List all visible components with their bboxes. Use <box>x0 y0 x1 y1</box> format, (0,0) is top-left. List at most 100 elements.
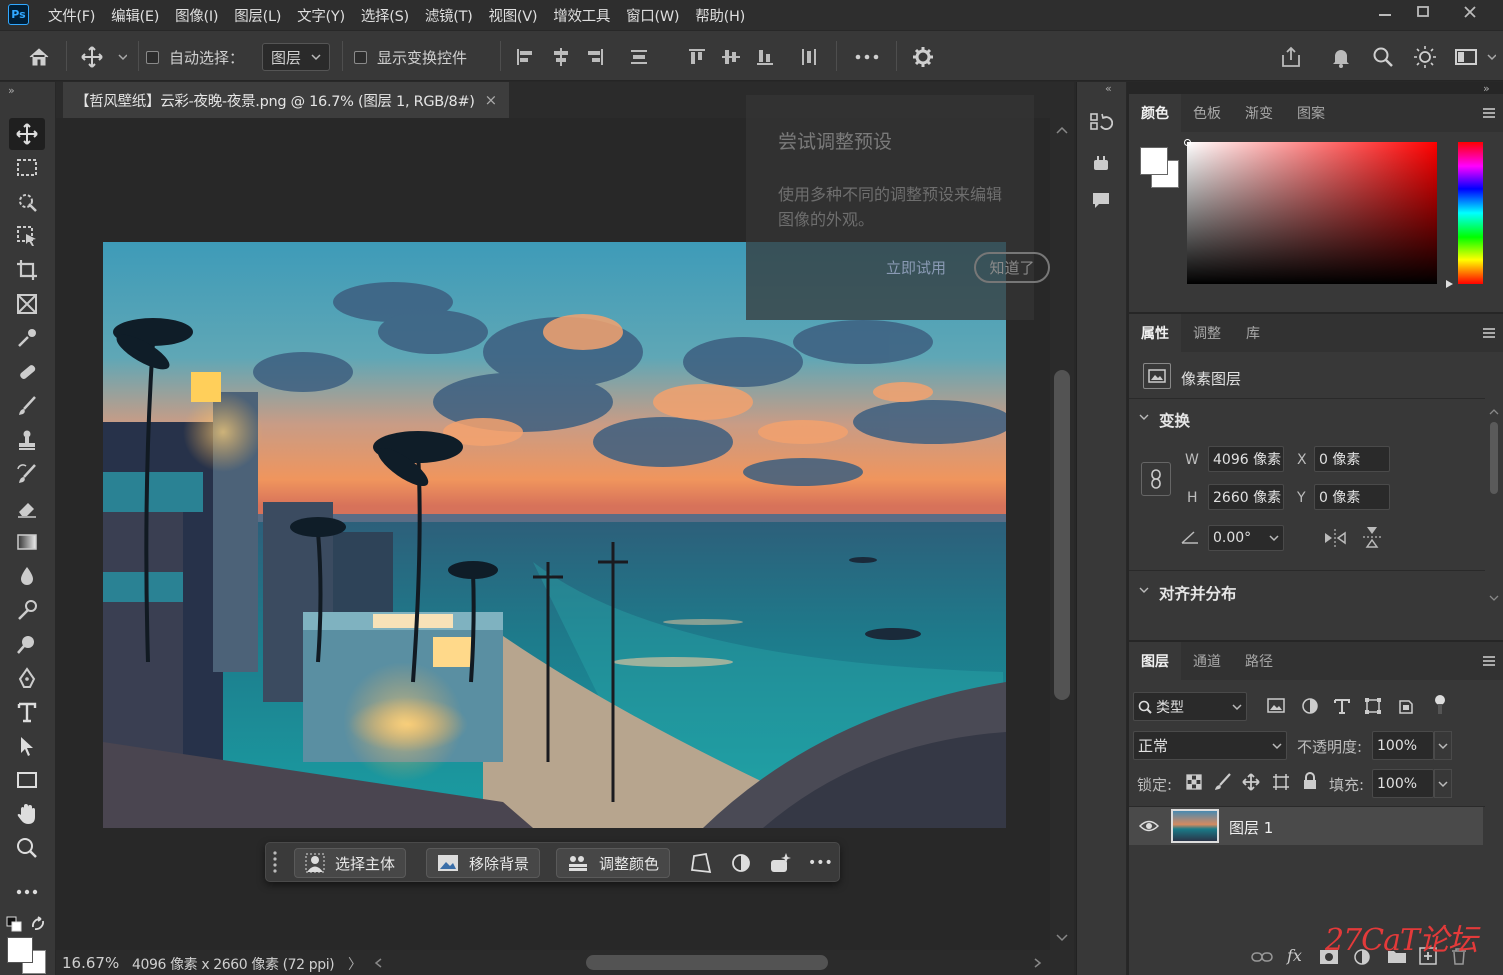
path-selection-tool[interactable] <box>9 730 45 762</box>
auto-select-checkbox[interactable] <box>146 50 159 64</box>
eyedropper-tool[interactable] <box>9 322 45 354</box>
layer-filter-dropdown[interactable]: 类型 <box>1133 692 1247 721</box>
filter-type-icon[interactable] <box>1334 698 1350 714</box>
brush-tool[interactable] <box>9 390 45 422</box>
share-button[interactable] <box>1276 42 1306 72</box>
history-panel-icon[interactable] <box>1089 112 1113 136</box>
layer-style-icon[interactable]: fx <box>1287 946 1302 965</box>
tab-swatches[interactable]: 色板 <box>1183 94 1231 132</box>
link-layers-icon[interactable] <box>1251 950 1273 964</box>
auto-select-target-dropdown[interactable]: 图层 <box>262 43 330 71</box>
discover-button[interactable] <box>1410 42 1440 72</box>
lasso-tool[interactable] <box>9 186 45 218</box>
menu-select[interactable]: 选择(S) <box>353 5 417 26</box>
scroll-down-icon[interactable] <box>1056 934 1068 942</box>
history-brush-tool[interactable] <box>9 458 45 490</box>
menu-filter[interactable]: 滤镜(T) <box>417 5 481 26</box>
edit-toolbar-button[interactable] <box>9 876 45 908</box>
layer-row[interactable]: 图层 1 <box>1129 807 1483 845</box>
flip-horizontal-icon[interactable] <box>1324 528 1346 548</box>
distribute-vertical-button[interactable] <box>626 44 652 70</box>
filter-toggle-icon[interactable] <box>1433 694 1447 716</box>
tab-layers[interactable]: 图层 <box>1129 642 1181 680</box>
vertical-scroll-thumb[interactable] <box>1054 370 1070 700</box>
try-now-button[interactable]: 立即试用 <box>886 257 946 278</box>
layers-panel-menu-icon[interactable] <box>1483 656 1495 666</box>
hand-tool[interactable] <box>9 798 45 830</box>
comments-panel-icon[interactable] <box>1091 190 1111 210</box>
foreground-color-chip[interactable] <box>1140 147 1168 175</box>
horizontal-scroll-thumb[interactable] <box>586 955 828 970</box>
rectangle-tool[interactable] <box>9 764 45 796</box>
tab-properties[interactable]: 属性 <box>1129 314 1181 352</box>
align-distribute-section-title[interactable]: 对齐并分布 <box>1159 582 1237 604</box>
blur-tool[interactable] <box>9 560 45 592</box>
adjust-color-button[interactable]: 调整颜色 <box>556 848 671 878</box>
gradient-tool[interactable] <box>9 526 45 558</box>
distribute-horizontal-button[interactable] <box>796 44 822 70</box>
type-tool[interactable] <box>9 696 45 728</box>
eraser-tool[interactable] <box>9 492 45 524</box>
width-field[interactable]: 4096 像素 <box>1208 446 1284 472</box>
opacity-slider-toggle[interactable] <box>1434 731 1452 760</box>
close-window-button[interactable] <box>1447 0 1493 24</box>
frame-tool[interactable] <box>9 288 45 320</box>
healing-brush-tool[interactable] <box>9 356 45 388</box>
tab-adjustments[interactable]: 调整 <box>1183 314 1231 352</box>
close-document-icon[interactable]: × <box>485 91 498 109</box>
notifications-button[interactable] <box>1326 42 1356 72</box>
align-right-edges-button[interactable] <box>582 44 608 70</box>
menu-file[interactable]: 文件(F) <box>40 5 103 26</box>
angle-field[interactable]: 0.00° <box>1208 525 1284 551</box>
collapse-dock-icon[interactable]: « <box>1105 82 1112 95</box>
tab-gradients[interactable]: 渐变 <box>1235 94 1283 132</box>
lock-pixels-icon[interactable] <box>1214 773 1232 791</box>
canvas-image[interactable] <box>103 242 1006 828</box>
tab-channels[interactable]: 通道 <box>1183 642 1231 680</box>
show-transform-control[interactable]: 显示变换控件 <box>354 43 467 71</box>
menu-image[interactable]: 图像(I) <box>167 5 226 26</box>
foreground-color-swatch[interactable] <box>7 937 33 963</box>
adjustment-layer-icon[interactable] <box>730 852 752 874</box>
blend-mode-dropdown[interactable]: 正常 <box>1133 731 1287 760</box>
plugins-panel-icon[interactable] <box>1091 154 1111 174</box>
link-dimensions-button[interactable] <box>1141 462 1171 496</box>
status-menu-arrow[interactable]: 〉 <box>348 954 362 974</box>
fill-slider-toggle[interactable] <box>1434 769 1452 798</box>
opacity-field[interactable]: 100% <box>1372 731 1434 760</box>
x-field[interactable]: 0 像素 <box>1314 446 1390 472</box>
show-transform-checkbox[interactable] <box>354 50 367 64</box>
more-options-icon[interactable]: ••• <box>808 855 833 871</box>
menu-edit[interactable]: 编辑(E) <box>103 5 167 26</box>
menu-plugins[interactable]: 增效工具 <box>545 5 618 26</box>
eye-icon[interactable] <box>1139 819 1159 833</box>
settings-button[interactable] <box>908 43 938 71</box>
marquee-tool[interactable] <box>9 152 45 184</box>
search-button[interactable] <box>1368 42 1398 72</box>
align-top-edges-button[interactable] <box>684 44 710 70</box>
zoom-tool[interactable] <box>9 832 45 864</box>
transform-section-title[interactable]: 变换 <box>1159 409 1190 431</box>
move-tool-preset-button[interactable] <box>78 43 130 71</box>
lock-all-icon[interactable] <box>1302 772 1318 790</box>
home-button[interactable] <box>22 43 56 71</box>
filter-pixel-icon[interactable] <box>1267 698 1285 714</box>
swap-colors-icon[interactable] <box>30 916 46 932</box>
chevron-down-icon[interactable] <box>1139 587 1149 595</box>
properties-panel-menu-icon[interactable] <box>1483 328 1495 338</box>
chevron-down-icon[interactable] <box>1139 414 1149 422</box>
dodge-tool[interactable] <box>9 594 45 626</box>
scroll-up-icon[interactable] <box>1056 126 1068 134</box>
align-left-edges-button[interactable] <box>512 44 538 70</box>
filter-adjustment-icon[interactable] <box>1301 697 1319 715</box>
generative-fill-icon[interactable] <box>768 852 792 874</box>
menu-window[interactable]: 窗口(W) <box>618 5 687 26</box>
tab-libraries[interactable]: 库 <box>1233 314 1273 352</box>
remove-background-button[interactable]: 移除背景 <box>426 848 541 878</box>
align-vertical-centers-button[interactable] <box>718 44 744 70</box>
hue-slider-marker[interactable] <box>1446 280 1453 288</box>
filter-smart-object-icon[interactable] <box>1397 697 1415 715</box>
tab-patterns[interactable]: 图案 <box>1287 94 1335 132</box>
menu-layer[interactable]: 图层(L) <box>226 5 289 26</box>
restore-button[interactable] <box>1400 0 1446 24</box>
